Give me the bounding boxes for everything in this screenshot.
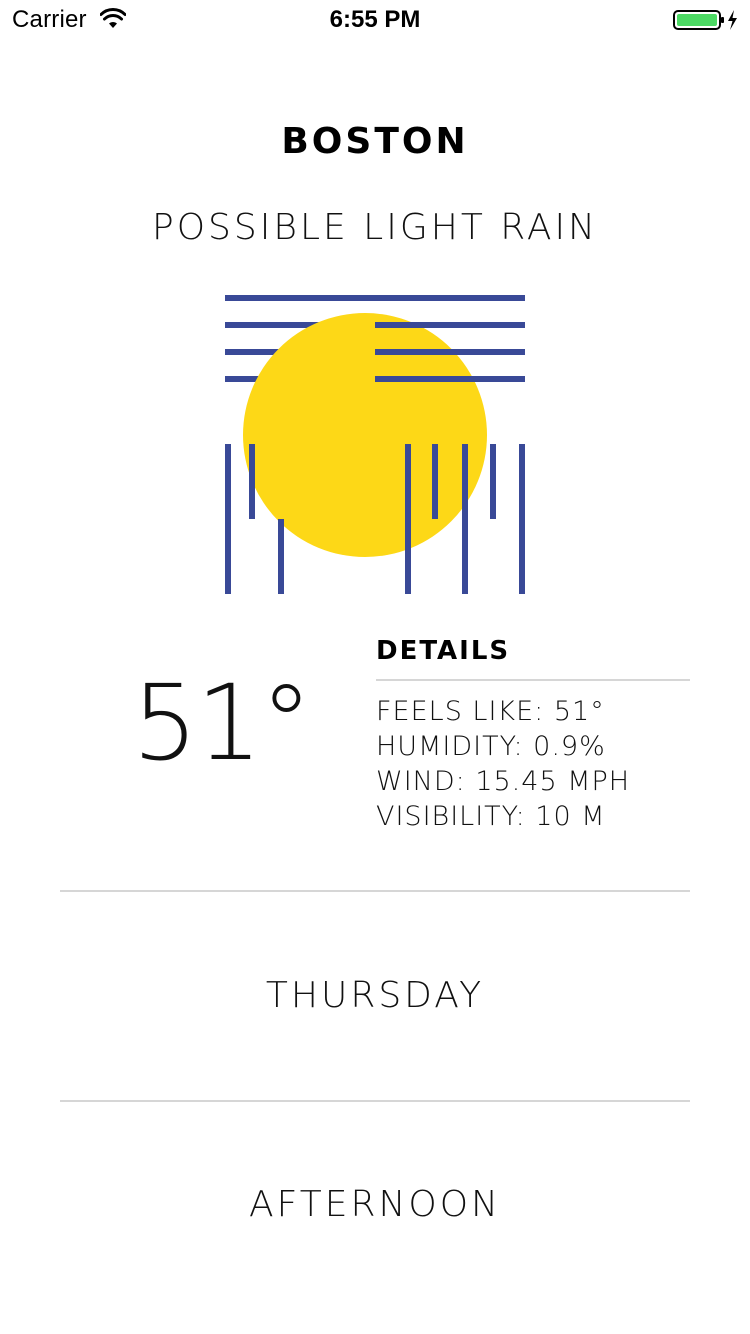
- detail-feels-like: FEELS LIKE: 51°: [376, 696, 605, 727]
- current-temperature: 51°: [132, 662, 312, 784]
- city-name: BOSTON: [281, 121, 469, 162]
- sun-with-clouds-and-rain-icon: [225, 295, 525, 594]
- status-time: 6:55 PM: [329, 6, 421, 33]
- detail-wind: WIND: 15.45 MPH: [376, 766, 631, 797]
- section-divider: [60, 1100, 690, 1102]
- forecast-period[interactable]: AFTERNOON: [0, 1184, 750, 1225]
- status-bar: Carrier 6:55 PM: [0, 0, 750, 40]
- detail-humidity: HUMIDITY: 0.9%: [376, 731, 606, 762]
- detail-visibility: VISIBILITY: 10 M: [376, 801, 606, 832]
- section-divider: [60, 890, 690, 892]
- weather-condition: POSSIBLE LIGHT RAIN: [152, 207, 598, 248]
- details-title: DETAILS: [376, 636, 511, 666]
- forecast-day[interactable]: THURSDAY: [0, 975, 750, 1016]
- battery-charging-icon: [673, 10, 737, 30]
- details-list: FEELS LIKE: 51° HUMIDITY: 0.9% WIND: 15.…: [376, 694, 630, 834]
- details-divider: [376, 679, 690, 681]
